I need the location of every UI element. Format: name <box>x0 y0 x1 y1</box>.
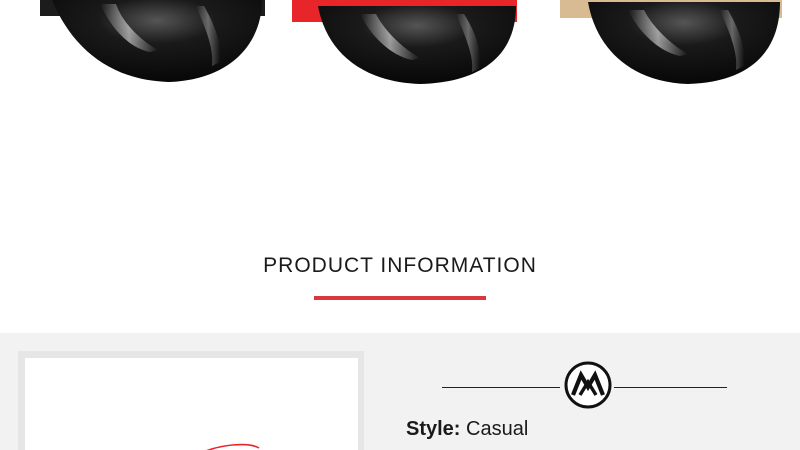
spec-style-value: Casual <box>460 418 529 440</box>
red-cap-outline <box>206 443 260 450</box>
title-underline <box>314 296 486 300</box>
product-photo <box>25 358 358 450</box>
brand-monogram-icon <box>564 361 612 409</box>
brand-divider <box>440 360 730 410</box>
cap-tan <box>560 0 782 84</box>
hero-product-image <box>0 0 800 120</box>
spec-style: Style: Casual <box>406 418 528 441</box>
cap-red <box>292 0 517 84</box>
section-title: PRODUCT INFORMATION <box>263 254 537 277</box>
spec-style-label: Style: <box>406 418 461 440</box>
cap-black <box>40 0 265 82</box>
product-page: PRODUCT INFORMATION Style: Casual <box>0 0 800 450</box>
section-header: PRODUCT INFORMATION <box>0 240 800 310</box>
divider-line-left <box>442 387 560 388</box>
divider-line-right <box>614 387 727 388</box>
product-photo-illustration <box>206 443 260 450</box>
hero-caps-illustration <box>40 0 782 84</box>
